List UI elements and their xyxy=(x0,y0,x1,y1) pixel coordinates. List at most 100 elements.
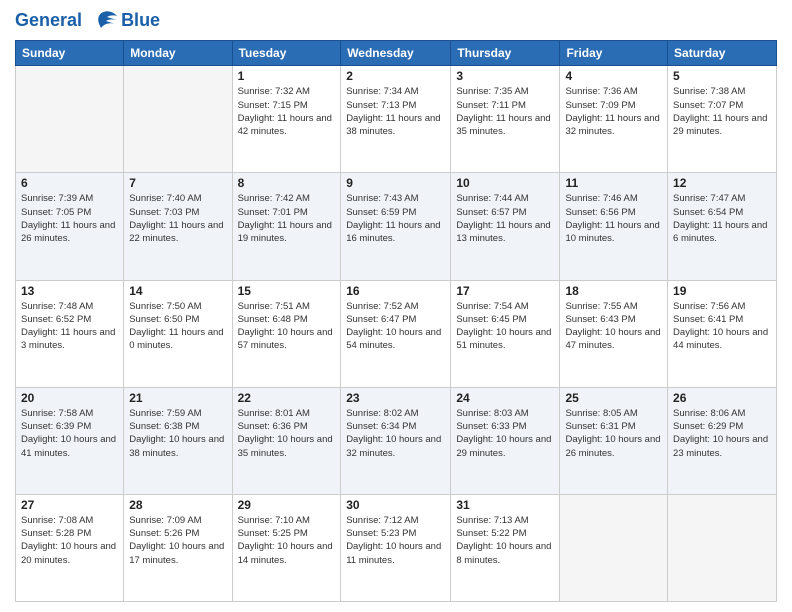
table-row: 11 Sunrise: 7:46 AM Sunset: 6:56 PM Dayli… xyxy=(560,173,668,280)
day-number: 7 xyxy=(129,176,226,190)
day-info: Sunrise: 7:50 AM Sunset: 6:50 PM Dayligh… xyxy=(129,300,226,353)
day-number: 15 xyxy=(238,284,336,298)
logo-general: General xyxy=(15,10,82,30)
table-row xyxy=(668,494,777,601)
day-info: Sunrise: 7:56 AM Sunset: 6:41 PM Dayligh… xyxy=(673,300,771,353)
day-info: Sunrise: 7:46 AM Sunset: 6:56 PM Dayligh… xyxy=(565,192,662,245)
table-row: 23 Sunrise: 8:02 AM Sunset: 6:34 PM Dayli… xyxy=(341,387,451,494)
header: General Blue xyxy=(15,10,777,32)
calendar-row: 27 Sunrise: 7:08 AM Sunset: 5:28 PM Dayli… xyxy=(16,494,777,601)
table-row: 6 Sunrise: 7:39 AM Sunset: 7:05 PM Daylig… xyxy=(16,173,124,280)
day-number: 11 xyxy=(565,176,662,190)
col-tuesday: Tuesday xyxy=(232,41,341,66)
calendar-row: 13Sunrise: 7:48 AM Sunset: 6:52 PM Dayli… xyxy=(16,280,777,387)
table-row: 24Sunrise: 8:03 AM Sunset: 6:33 PM Dayli… xyxy=(451,387,560,494)
table-row xyxy=(560,494,668,601)
day-number: 30 xyxy=(346,498,445,512)
calendar-row: 6 Sunrise: 7:39 AM Sunset: 7:05 PM Daylig… xyxy=(16,173,777,280)
table-row: 7 Sunrise: 7:40 AM Sunset: 7:03 PM Daylig… xyxy=(124,173,232,280)
col-friday: Friday xyxy=(560,41,668,66)
day-number: 16 xyxy=(346,284,445,298)
day-info: Sunrise: 7:34 AM Sunset: 7:13 PM Dayligh… xyxy=(346,85,445,138)
calendar-row: 1 Sunrise: 7:32 AM Sunset: 7:15 PM Daylig… xyxy=(16,66,777,173)
day-number: 23 xyxy=(346,391,445,405)
day-number: 27 xyxy=(21,498,118,512)
day-info: Sunrise: 7:51 AM Sunset: 6:48 PM Dayligh… xyxy=(238,300,336,353)
table-row xyxy=(16,66,124,173)
table-row: 16 Sunrise: 7:52 AM Sunset: 6:47 PM Dayli… xyxy=(341,280,451,387)
table-row: 19 Sunrise: 7:56 AM Sunset: 6:41 PM Dayli… xyxy=(668,280,777,387)
day-info: Sunrise: 7:39 AM Sunset: 7:05 PM Dayligh… xyxy=(21,192,118,245)
day-info: Sunrise: 7:38 AM Sunset: 7:07 PM Dayligh… xyxy=(673,85,771,138)
day-number: 10 xyxy=(456,176,554,190)
table-row: 14 Sunrise: 7:50 AM Sunset: 6:50 PM Dayli… xyxy=(124,280,232,387)
day-number: 17 xyxy=(456,284,554,298)
day-number: 28 xyxy=(129,498,226,512)
table-row: 1 Sunrise: 7:32 AM Sunset: 7:15 PM Daylig… xyxy=(232,66,341,173)
table-row: 31 Sunrise: 7:13 AM Sunset: 5:22 PM Dayli… xyxy=(451,494,560,601)
day-number: 3 xyxy=(456,69,554,83)
table-row: 5 Sunrise: 7:38 AM Sunset: 7:07 PM Daylig… xyxy=(668,66,777,173)
day-info: Sunrise: 8:05 AM Sunset: 6:31 PM Dayligh… xyxy=(565,407,662,460)
day-number: 19 xyxy=(673,284,771,298)
table-row: 15 Sunrise: 7:51 AM Sunset: 6:48 PM Dayli… xyxy=(232,280,341,387)
day-info: Sunrise: 7:59 AM Sunset: 6:38 PM Dayligh… xyxy=(129,407,226,460)
table-row: 29Sunrise: 7:10 AM Sunset: 5:25 PM Dayli… xyxy=(232,494,341,601)
day-info: Sunrise: 7:35 AM Sunset: 7:11 PM Dayligh… xyxy=(456,85,554,138)
day-info: Sunrise: 7:55 AM Sunset: 6:43 PM Dayligh… xyxy=(565,300,662,353)
day-info: Sunrise: 7:52 AM Sunset: 6:47 PM Dayligh… xyxy=(346,300,445,353)
table-row: 10 Sunrise: 7:44 AM Sunset: 6:57 PM Dayli… xyxy=(451,173,560,280)
day-number: 4 xyxy=(565,69,662,83)
calendar-table: Sunday Monday Tuesday Wednesday Thursday… xyxy=(15,40,777,602)
table-row: 12Sunrise: 7:47 AM Sunset: 6:54 PM Dayli… xyxy=(668,173,777,280)
day-number: 13 xyxy=(21,284,118,298)
day-number: 6 xyxy=(21,176,118,190)
table-row: 21Sunrise: 7:59 AM Sunset: 6:38 PM Dayli… xyxy=(124,387,232,494)
logo: General Blue xyxy=(15,10,160,32)
day-number: 8 xyxy=(238,176,336,190)
day-info: Sunrise: 7:08 AM Sunset: 5:28 PM Dayligh… xyxy=(21,514,118,567)
day-info: Sunrise: 7:54 AM Sunset: 6:45 PM Dayligh… xyxy=(456,300,554,353)
day-number: 31 xyxy=(456,498,554,512)
day-info: Sunrise: 8:06 AM Sunset: 6:29 PM Dayligh… xyxy=(673,407,771,460)
day-info: Sunrise: 7:43 AM Sunset: 6:59 PM Dayligh… xyxy=(346,192,445,245)
day-number: 14 xyxy=(129,284,226,298)
logo-blue: Blue xyxy=(121,10,160,32)
day-info: Sunrise: 7:10 AM Sunset: 5:25 PM Dayligh… xyxy=(238,514,336,567)
table-row: 30 Sunrise: 7:12 AM Sunset: 5:23 PM Dayli… xyxy=(341,494,451,601)
day-info: Sunrise: 7:42 AM Sunset: 7:01 PM Dayligh… xyxy=(238,192,336,245)
table-row: 27 Sunrise: 7:08 AM Sunset: 5:28 PM Dayli… xyxy=(16,494,124,601)
table-row: 9Sunrise: 7:43 AM Sunset: 6:59 PM Daylig… xyxy=(341,173,451,280)
table-row xyxy=(124,66,232,173)
calendar-header-row: Sunday Monday Tuesday Wednesday Thursday… xyxy=(16,41,777,66)
table-row: 13Sunrise: 7:48 AM Sunset: 6:52 PM Dayli… xyxy=(16,280,124,387)
table-row: 18Sunrise: 7:55 AM Sunset: 6:43 PM Dayli… xyxy=(560,280,668,387)
day-info: Sunrise: 7:36 AM Sunset: 7:09 PM Dayligh… xyxy=(565,85,662,138)
table-row: 28 Sunrise: 7:09 AM Sunset: 5:26 PM Dayli… xyxy=(124,494,232,601)
day-number: 20 xyxy=(21,391,118,405)
day-info: Sunrise: 7:40 AM Sunset: 7:03 PM Dayligh… xyxy=(129,192,226,245)
day-info: Sunrise: 7:13 AM Sunset: 5:22 PM Dayligh… xyxy=(456,514,554,567)
day-number: 24 xyxy=(456,391,554,405)
table-row: 3 Sunrise: 7:35 AM Sunset: 7:11 PM Daylig… xyxy=(451,66,560,173)
day-info: Sunrise: 7:58 AM Sunset: 6:39 PM Dayligh… xyxy=(21,407,118,460)
col-monday: Monday xyxy=(124,41,232,66)
col-wednesday: Wednesday xyxy=(341,41,451,66)
page: General Blue Sunday Monday Tuesday Wedne… xyxy=(0,0,792,612)
col-sunday: Sunday xyxy=(16,41,124,66)
day-number: 22 xyxy=(238,391,336,405)
day-info: Sunrise: 7:32 AM Sunset: 7:15 PM Dayligh… xyxy=(238,85,336,138)
day-info: Sunrise: 7:44 AM Sunset: 6:57 PM Dayligh… xyxy=(456,192,554,245)
table-row: 26Sunrise: 8:06 AM Sunset: 6:29 PM Dayli… xyxy=(668,387,777,494)
day-number: 12 xyxy=(673,176,771,190)
day-number: 1 xyxy=(238,69,336,83)
day-info: Sunrise: 8:02 AM Sunset: 6:34 PM Dayligh… xyxy=(346,407,445,460)
day-info: Sunrise: 7:12 AM Sunset: 5:23 PM Dayligh… xyxy=(346,514,445,567)
day-number: 5 xyxy=(673,69,771,83)
day-number: 25 xyxy=(565,391,662,405)
col-saturday: Saturday xyxy=(668,41,777,66)
table-row: 8 Sunrise: 7:42 AM Sunset: 7:01 PM Daylig… xyxy=(232,173,341,280)
table-row: 20 Sunrise: 7:58 AM Sunset: 6:39 PM Dayli… xyxy=(16,387,124,494)
day-info: Sunrise: 7:09 AM Sunset: 5:26 PM Dayligh… xyxy=(129,514,226,567)
col-thursday: Thursday xyxy=(451,41,560,66)
